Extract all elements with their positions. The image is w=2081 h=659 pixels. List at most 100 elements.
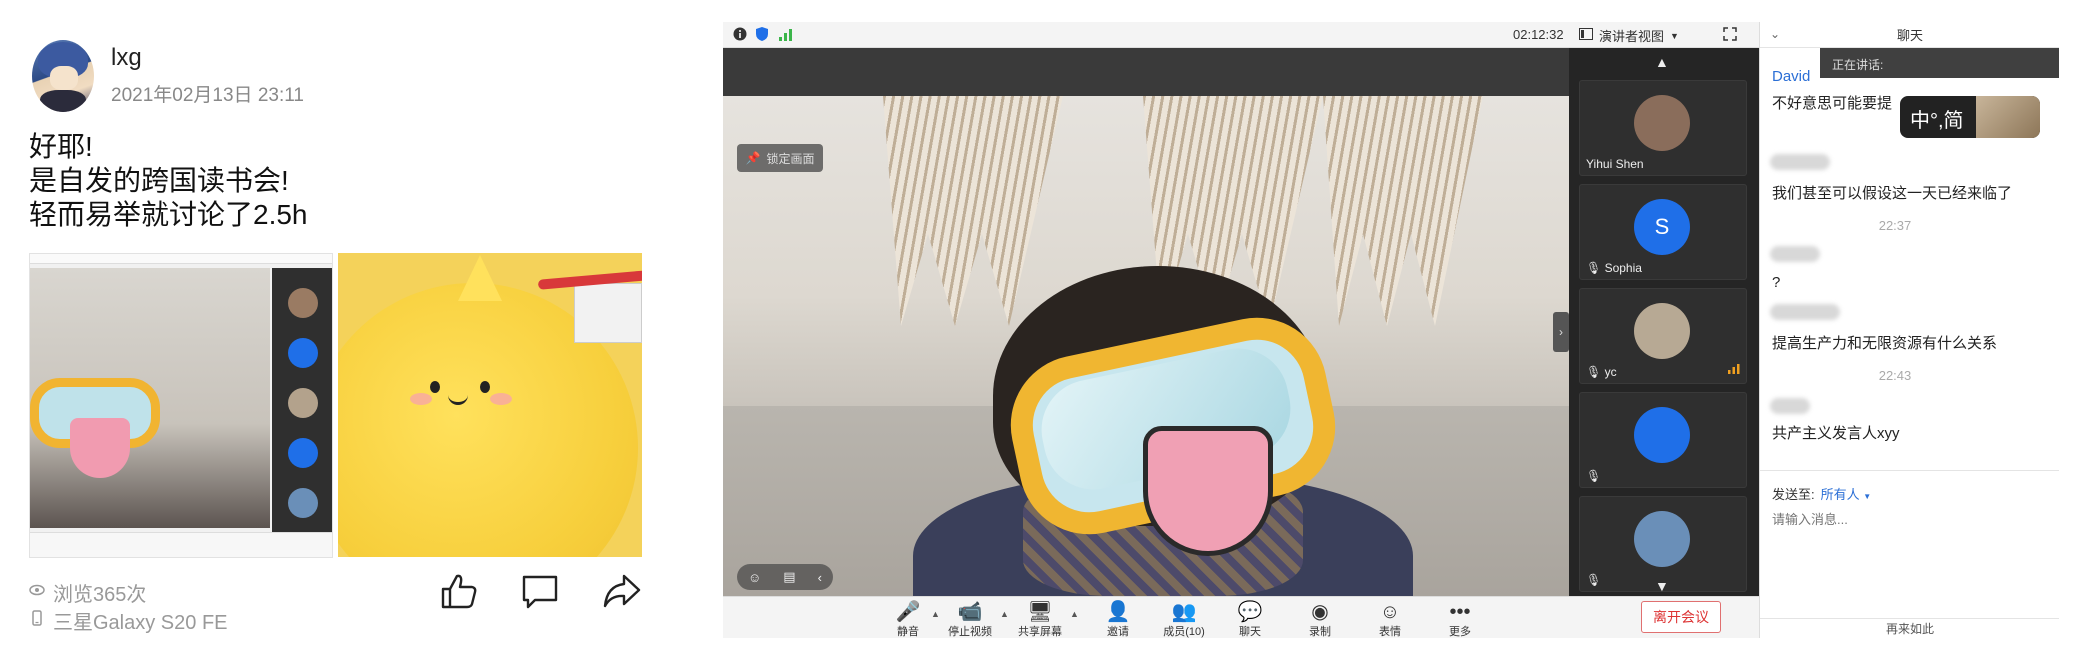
chat-header: ⌄ 聊天: [1760, 22, 2059, 48]
post-image-yellow-blob[interactable]: [338, 253, 642, 557]
comment-icon: [522, 575, 558, 609]
chat-message-input[interactable]: [1772, 508, 2042, 530]
members-button[interactable]: 👥 成员(10): [1159, 601, 1209, 638]
collapse-strip-handle[interactable]: ›: [1553, 312, 1569, 352]
participant-name: 🎙: [1586, 573, 1602, 587]
post-timestamp: 2021年02月13日 23:11: [111, 85, 304, 106]
lock-view-label: 锁定画面: [766, 151, 815, 166]
emoji-chip-icon[interactable]: ☺: [748, 570, 761, 585]
chat-button[interactable]: 💬 聊天: [1225, 601, 1275, 638]
chevron-up-icon[interactable]: ▲: [1070, 609, 1079, 619]
device-text: 三星Galaxy S20 FE: [53, 612, 228, 634]
chevron-down-icon: ▼: [1670, 30, 1679, 41]
participant-avatar: [1634, 407, 1690, 463]
view-mode-dropdown[interactable]: 演讲者视图 ▼: [1579, 26, 1679, 45]
chevron-down-icon[interactable]: ⌄: [1770, 27, 1780, 41]
share-icon: [603, 574, 641, 608]
chat-message: 共产主义发言人xyy: [1772, 425, 1900, 442]
leave-meeting-button[interactable]: 离开会议: [1641, 601, 1721, 633]
chat-sender: David: [1772, 68, 1811, 85]
more-button[interactable]: ••• 更多: [1435, 601, 1485, 638]
chat-title: 聊天: [1896, 28, 1923, 43]
emoji-icon: ☺: [1379, 601, 1401, 623]
main-video-feed[interactable]: [723, 96, 1569, 596]
post-text-line: 轻而易举就讨论了2.5h: [29, 199, 308, 230]
speaker-view-icon: [1579, 28, 1593, 43]
eye-icon: [29, 581, 45, 604]
chevron-up-icon[interactable]: ▲: [931, 609, 940, 619]
post-text-line: 是自发的跨国读书会!: [29, 165, 289, 196]
lock-view-button[interactable]: 📌 锁定画面: [737, 144, 823, 172]
invite-icon: 👤: [1105, 601, 1131, 623]
scroll-up-icon[interactable]: ▲: [1655, 54, 1669, 70]
record-button[interactable]: ◉ 录制: [1295, 601, 1345, 638]
chevron-up-icon[interactable]: ▲: [1000, 609, 1009, 619]
chat-timestamp: 22:37: [1878, 218, 1912, 233]
mask-sticker: [1143, 426, 1273, 556]
chat-message: 不好意思可能要提: [1772, 95, 1893, 112]
send-to-label: 发送至:: [1772, 487, 1815, 502]
meeting-window: 02:12:32 演讲者视图 ▼ 📌 锁定画面 ☺ ▤ ‹ ▲ Yihui Sh…: [723, 22, 2059, 638]
chat-footer: 再来如此: [1760, 618, 2059, 638]
social-post: lxg 2021年02月13日 23:11 好耶! 是自发的跨国读书会! 轻而易…: [0, 0, 680, 659]
caption-chip-icon[interactable]: ▤: [783, 569, 795, 585]
reactions-button[interactable]: ☺ 表情: [1365, 601, 1415, 638]
participant-tile[interactable]: 🎙: [1579, 392, 1747, 488]
meeting-top-bar: 02:12:32 演讲者视图 ▼: [723, 22, 1759, 48]
view-mode-label: 演讲者视图: [1599, 29, 1665, 44]
redacted-sender: [1770, 398, 1810, 414]
participant-avatar: S: [1634, 199, 1690, 255]
participant-avatar: [1634, 303, 1690, 359]
video-camera-icon: 📹: [957, 601, 983, 623]
phone-icon: [29, 609, 45, 632]
view-count-text: 浏览365次: [53, 584, 147, 606]
participant-tile[interactable]: Yihui Shen: [1579, 80, 1747, 176]
participant-name: Yihui Shen: [1586, 157, 1644, 171]
shield-icon[interactable]: [755, 26, 769, 47]
video-controls: ☺ ▤ ‹: [737, 564, 833, 590]
chat-panel: ⌄ 聊天 David 正在讲话: 不好意思可能要提 中°,简 我们甚至可以假设这…: [1759, 22, 2059, 638]
user-avatar[interactable]: [32, 40, 94, 112]
microphone-icon: 🎤: [895, 601, 921, 623]
ime-overlay: 中°,简: [1900, 96, 2040, 138]
participant-strip: ▲ Yihui Shen S 🎙 Sophia 🎙 yc 🎙 🎙 ▼: [1569, 48, 1759, 596]
post-username[interactable]: lxg: [111, 44, 142, 72]
post-image-meeting-screenshot[interactable]: [29, 253, 333, 558]
chevron-down-icon: ▼: [1863, 492, 1872, 501]
participant-name: 🎙 Sophia: [1586, 261, 1642, 275]
chat-message: ?: [1772, 274, 1781, 291]
signal-icon[interactable]: [779, 28, 793, 46]
participant-tile[interactable]: S 🎙 Sophia: [1579, 184, 1747, 280]
chat-message: 我们甚至可以假设这一天已经来临了: [1772, 185, 2013, 202]
mute-button[interactable]: 🎤 静音: [883, 601, 933, 638]
post-text-line: 好耶!: [29, 131, 93, 162]
stop-video-button[interactable]: 📹 停止视频: [945, 601, 995, 638]
speaking-indicator: 正在讲话:: [1820, 48, 2059, 78]
chat-icon: 💬: [1237, 601, 1263, 623]
send-to-selector[interactable]: 发送至: 所有人 ▼: [1772, 484, 1871, 503]
meeting-timer: 02:12:32: [1513, 27, 1564, 42]
pin-icon: 📌: [745, 151, 761, 165]
send-to-target: 所有人: [1820, 487, 1860, 502]
chat-message: 提高生产力和无限资源有什么关系: [1772, 335, 1998, 352]
scroll-down-icon[interactable]: ▼: [1655, 578, 1669, 594]
invite-button[interactable]: 👤 邀请: [1093, 601, 1143, 638]
fullscreen-icon[interactable]: [1723, 27, 1737, 46]
info-icon[interactable]: [733, 27, 747, 46]
redacted-sender: [1770, 246, 1820, 262]
more-icon: •••: [1449, 601, 1471, 623]
view-count: 浏览365次: [29, 578, 146, 607]
share-button[interactable]: [601, 570, 643, 612]
redacted-sender: [1770, 304, 1840, 320]
audio-level-icon: [1728, 361, 1740, 379]
device-info: 三星Galaxy S20 FE: [29, 606, 228, 635]
participant-tile[interactable]: 🎙 yc: [1579, 288, 1747, 384]
meeting-toolbar: 🎤 静音 ▲ 📹 停止视频 ▲ 🖥 共享屏幕 ▲ 👤 邀请 👥 成员(10) 💬…: [723, 596, 1759, 638]
video-area: 📌 锁定画面 ☺ ▤ ‹: [723, 48, 1569, 596]
like-button[interactable]: [438, 570, 480, 612]
comment-button[interactable]: [519, 570, 561, 612]
share-screen-button[interactable]: 🖥 共享屏幕: [1015, 601, 1065, 638]
chat-timestamp: 22:43: [1878, 368, 1912, 383]
thumbs-up-icon: [441, 574, 477, 609]
chevron-left-icon[interactable]: ‹: [818, 570, 822, 585]
